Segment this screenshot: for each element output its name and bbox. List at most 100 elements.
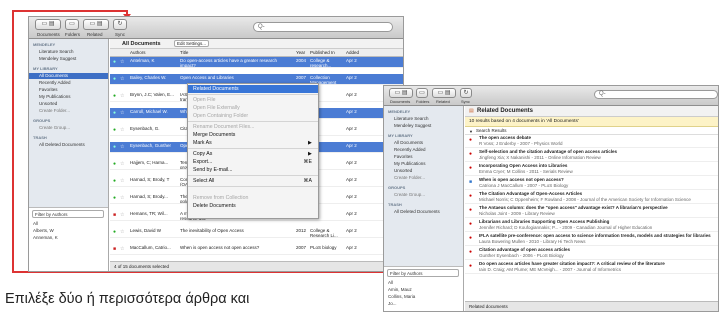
folders-button[interactable]: ▭ (65, 19, 79, 30)
table-row[interactable]: ■ ☆ MacCallum, Catrio... When is open ac… (110, 244, 403, 255)
right-toolbar: ▭ ▤ ▭ ▭ ▤ ↻ Documents Folders Related Sy… (384, 86, 718, 106)
filter-item-3[interactable]: Jo... (388, 301, 397, 307)
table-row[interactable]: ● ☆ Antelman, K Do open-access articles … (110, 57, 403, 68)
add-icon[interactable]: ● (469, 152, 472, 157)
result-item[interactable]: ● Self-selection and the citation advanta… (465, 149, 718, 162)
sidebar-item-create-group[interactable]: Create Group... (394, 192, 425, 198)
filter-item-all[interactable]: All (388, 280, 393, 286)
sidebar-item-recently-added[interactable]: Recently Added (394, 147, 426, 153)
star-icon[interactable]: ☆ (120, 230, 124, 235)
star-icon[interactable]: ☆ (120, 111, 124, 116)
add-icon[interactable]: ● (469, 250, 472, 255)
column-authors[interactable]: Authors (130, 49, 146, 57)
add-icon[interactable]: ● (469, 194, 472, 199)
menu-item-copy-as[interactable]: Copy As ▶ (188, 150, 318, 158)
menu-item-merge-documents[interactable]: Merge Documents (188, 131, 318, 139)
edit-settings-button[interactable]: Edit Settings... (174, 40, 210, 47)
disclosure-triangle-icon[interactable]: ▼ (469, 129, 473, 134)
table-row[interactable]: ● ☆ Lewis, David W The inevitability of … (110, 227, 403, 238)
menu-item-send-email[interactable]: Send by E-mail... (188, 166, 318, 174)
sidebar-item-all-documents[interactable]: All Documents (29, 73, 108, 79)
menu-item-mark-as[interactable]: Mark As ▶ (188, 139, 318, 147)
add-icon[interactable]: ● (469, 264, 472, 269)
star-icon[interactable]: ☆ (120, 94, 124, 99)
filter-item-2[interactable]: Anneman, K (33, 235, 58, 241)
sidebar-item-favorites[interactable]: Favorites (394, 154, 413, 160)
column-added[interactable]: Added (346, 49, 359, 57)
result-item[interactable]: ● The Antaeus column: does the "open acce… (465, 205, 718, 218)
star-icon[interactable]: ☆ (120, 247, 124, 252)
sync-button[interactable]: ↻ (460, 88, 472, 98)
sidebar-item-unsorted[interactable]: Unsorted (39, 101, 57, 107)
menu-item-open-file-externally[interactable]: Open File Externally (188, 104, 318, 112)
sidebar-item-create-folder[interactable]: Create Folder... (394, 175, 425, 181)
star-icon[interactable]: ☆ (120, 213, 124, 218)
sidebar-item-create-folder[interactable]: Create Folder... (39, 108, 70, 114)
menu-item-related-documents[interactable]: Related Documents (188, 85, 318, 93)
filter-item-all[interactable]: All (33, 221, 38, 227)
sidebar-item-all-documents[interactable]: All Documents (394, 140, 423, 146)
sidebar-item-literature-search[interactable]: Literature Search (39, 49, 74, 55)
result-item[interactable]: ● The open access debate R Voss; J Enderby… (465, 135, 718, 148)
search-input[interactable]: Q- (594, 90, 718, 99)
star-icon[interactable]: ☆ (120, 128, 124, 133)
sidebar-item-all-deleted[interactable]: All Deleted Documents (39, 142, 85, 148)
cell-added: Apr 2 (346, 143, 357, 148)
documents-view-button[interactable]: ▭ ▤ (35, 19, 61, 30)
sidebar-item-favorites[interactable]: Favorites (39, 87, 58, 93)
star-icon[interactable]: ☆ (120, 179, 124, 184)
filter-item-1[interactable]: Amin, Mauz (388, 287, 412, 293)
folders-button[interactable]: ▭ (416, 88, 428, 98)
sidebar-item-create-group[interactable]: Create Group... (39, 125, 70, 131)
star-icon[interactable]: ☆ (120, 60, 124, 65)
column-year[interactable]: Year (296, 49, 305, 57)
filter-item-1[interactable]: Alberts, W (33, 228, 54, 234)
documents-view-button[interactable]: ▭ ▤ (389, 88, 413, 98)
sidebar-item-mendeley-suggest[interactable]: Mendeley Suggest (39, 56, 76, 62)
add-icon[interactable]: ● (469, 236, 472, 241)
column-published[interactable]: Published In (310, 49, 335, 57)
filter-label[interactable]: Filter by Authors (387, 269, 459, 277)
menu-item-open-file[interactable]: Open File (188, 96, 318, 104)
sidebar-item-my-publications[interactable]: My Publications (394, 161, 426, 167)
toolbar-label-documents: Documents (390, 99, 411, 104)
menu-item-remove-from-collection[interactable]: Remove from Collection (188, 194, 318, 202)
result-item[interactable]: ● Incorporating Open Access into Librarie… (465, 163, 718, 176)
filter-item-2[interactable]: Collins, Maria (388, 294, 415, 300)
add-icon[interactable]: ● (469, 166, 472, 171)
star-icon[interactable]: ☆ (120, 77, 124, 82)
sidebar-item-my-publications[interactable]: My Publications (39, 94, 71, 100)
result-item[interactable]: ■ When is open access not open access? Cat… (465, 177, 718, 190)
sidebar-header-mendeley: MENDELEY (33, 42, 56, 47)
menu-item-rename-files[interactable]: Rename Document Files... (188, 123, 318, 131)
related-button[interactable]: ▭ ▤ (432, 88, 456, 98)
menu-item-delete-documents[interactable]: Delete Documents (188, 202, 318, 210)
callout-line-top (12, 10, 128, 12)
star-icon[interactable]: ☆ (120, 196, 124, 201)
result-item[interactable]: ● The Citation Advantage of Open-Access A… (465, 191, 718, 204)
search-input[interactable]: Q- (253, 22, 393, 32)
right-main-panel: ▤ Related Documents 10 results based on … (465, 106, 718, 311)
menu-item-open-containing-folder[interactable]: Open Containing Folder (188, 112, 318, 120)
add-icon[interactable]: ● (469, 222, 472, 227)
result-item[interactable]: ● IFLA satellite pre-conference: open acc… (465, 233, 718, 246)
result-item[interactable]: ● Citation advantage of open access artic… (465, 247, 718, 260)
sync-button[interactable]: ↻ (113, 19, 127, 30)
sidebar-item-all-deleted[interactable]: All Deleted Documents (394, 209, 440, 215)
column-title[interactable]: Title (180, 49, 188, 57)
sidebar-item-literature-search[interactable]: Literature Search (394, 116, 429, 122)
sidebar-item-recently-added[interactable]: Recently Added (39, 80, 71, 86)
sidebar-item-mendeley-suggest[interactable]: Mendeley Suggest (394, 123, 431, 129)
related-button[interactable]: ▭ ▤ (83, 19, 109, 30)
star-icon[interactable]: ☆ (120, 145, 124, 150)
filter-label[interactable]: Filter by Authors (32, 210, 104, 218)
add-icon[interactable]: ● (469, 208, 472, 213)
result-item[interactable]: ● Do open access articles have greater ci… (465, 261, 718, 274)
result-item[interactable]: ● Librarians and Libraries Supporting Ope… (465, 219, 718, 232)
add-icon[interactable]: ● (469, 138, 472, 143)
menu-item-export[interactable]: Export... ⌘E (188, 158, 318, 166)
star-icon[interactable]: ☆ (120, 162, 124, 167)
menu-item-select-all[interactable]: Select All ⌘A (188, 177, 318, 185)
read-status-icon: ● (113, 59, 117, 65)
sidebar-item-unsorted[interactable]: Unsorted (394, 168, 412, 174)
